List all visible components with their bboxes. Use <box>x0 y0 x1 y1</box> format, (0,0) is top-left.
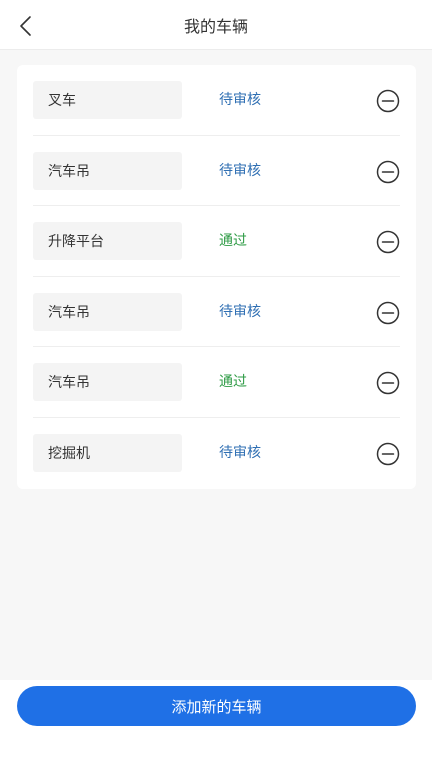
minus-circle-icon <box>376 301 400 325</box>
list-item: 汽车吊 待审核 <box>33 136 400 207</box>
remove-button[interactable] <box>376 89 400 113</box>
remove-button[interactable] <box>376 230 400 254</box>
status-badge: 待审核 <box>219 303 261 320</box>
status-badge: 通过 <box>219 233 247 250</box>
minus-circle-icon <box>376 442 400 466</box>
list-item: 汽车吊 待审核 <box>33 277 400 348</box>
header: 我的车辆 <box>0 0 432 50</box>
vehicle-list: 叉车 待审核 汽车吊 待审核 升降平台 通过 汽车吊 待审核 汽车吊 通过 挖掘… <box>17 65 416 489</box>
minus-circle-icon <box>376 160 400 183</box>
remove-button[interactable] <box>376 371 400 395</box>
minus-circle-icon <box>376 372 400 395</box>
page-title: 我的车辆 <box>183 17 248 36</box>
minus-circle-icon <box>376 230 400 254</box>
status-badge: 待审核 <box>219 162 261 179</box>
vehicle-name: 叉车 <box>33 81 182 119</box>
vehicle-name: 汽车吊 <box>33 151 182 190</box>
status-badge: 待审核 <box>219 444 261 461</box>
list-item: 升降平台 通过 <box>33 206 400 277</box>
vehicle-name: 汽车吊 <box>33 292 182 331</box>
minus-circle-icon <box>376 89 400 113</box>
vehicle-name: 挖掘机 <box>33 433 182 472</box>
remove-button[interactable] <box>376 160 400 184</box>
remove-button[interactable] <box>376 442 400 466</box>
list-item: 挖掘机 待审核 <box>33 418 400 489</box>
remove-button[interactable] <box>376 301 400 325</box>
vehicle-name: 汽车吊 <box>33 363 182 402</box>
status-badge: 通过 <box>219 374 247 391</box>
vehicle-name: 升降平台 <box>33 222 182 261</box>
list-item: 汽车吊 通过 <box>33 347 400 418</box>
bottom-bar: 添加新的车辆 <box>0 680 432 768</box>
list-item: 叉车 待审核 <box>33 65 400 136</box>
add-vehicle-button[interactable]: 添加新的车辆 <box>17 686 416 726</box>
status-badge: 待审核 <box>219 92 261 108</box>
